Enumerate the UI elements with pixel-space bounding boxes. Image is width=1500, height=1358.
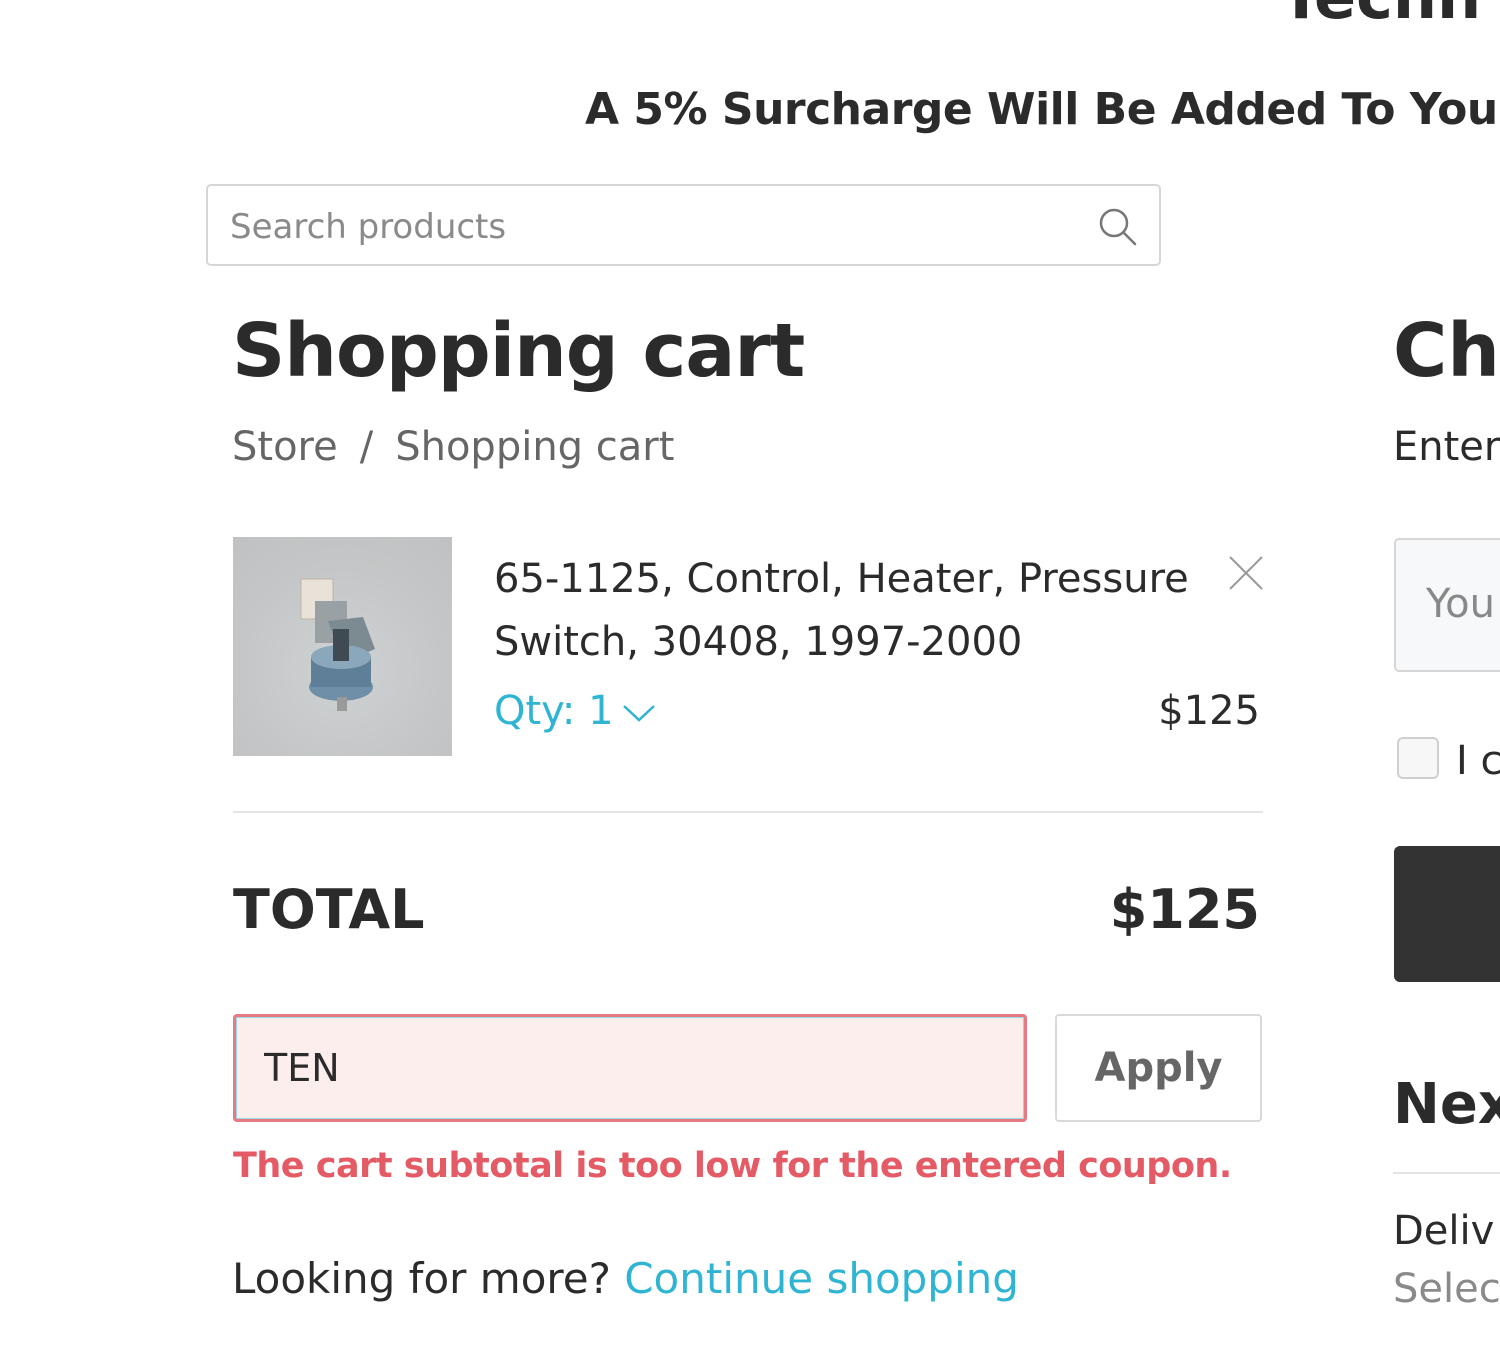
breadcrumb-current: Shopping cart	[395, 424, 675, 470]
delivery-select-hint: Selec	[1393, 1266, 1500, 1312]
search-icon[interactable]	[1097, 206, 1139, 248]
chevron-down-icon	[622, 705, 655, 722]
product-thumbnail[interactable]	[233, 537, 452, 756]
coupon-error-message: The cart subtotal is too low for the ent…	[233, 1146, 1232, 1186]
site-title: Techn	[1280, 0, 1481, 33]
close-icon[interactable]	[1226, 553, 1266, 593]
more-prompt: Looking for more?	[232, 1254, 611, 1303]
checkout-title: Ch	[1393, 308, 1500, 394]
agree-label: I c	[1456, 738, 1500, 784]
email-field[interactable]	[1424, 580, 1500, 628]
page-title: Shopping cart	[232, 308, 805, 394]
coupon-input[interactable]	[233, 1014, 1027, 1122]
pressure-switch-image	[300, 578, 375, 711]
cart-item-name[interactable]: 65-1125, Control, Heater, Pressure Switc…	[494, 548, 1254, 674]
breadcrumb-store-link[interactable]: Store	[232, 424, 338, 470]
search-bar	[206, 184, 1161, 266]
total-value: $125	[1109, 878, 1260, 941]
next-section-title: Nex	[1393, 1072, 1500, 1137]
cart-item-price: $125	[1158, 688, 1260, 734]
agree-checkbox[interactable]	[1397, 737, 1439, 779]
search-input[interactable]	[228, 200, 1092, 254]
quantity-label: Qty: 1	[494, 688, 614, 734]
total-label: TOTAL	[233, 878, 425, 941]
delivery-label: Deliv	[1393, 1208, 1495, 1254]
breadcrumb-separator: /	[359, 424, 374, 470]
checkout-button[interactable]	[1394, 846, 1500, 982]
divider	[233, 811, 1263, 813]
apply-coupon-button[interactable]: Apply	[1055, 1014, 1262, 1122]
divider	[1393, 1172, 1500, 1174]
continue-shopping-link[interactable]: Continue shopping	[624, 1254, 1019, 1303]
checkout-instructions: Enter	[1393, 424, 1500, 470]
email-field-wrapper	[1394, 538, 1500, 672]
continue-shopping-row: Looking for more? Continue shopping	[232, 1254, 1019, 1303]
breadcrumb: Store / Shopping cart	[232, 424, 674, 470]
surcharge-banner: A 5% Surcharge Will Be Added To You	[585, 84, 1498, 135]
quantity-dropdown[interactable]: Qty: 1	[494, 688, 656, 734]
